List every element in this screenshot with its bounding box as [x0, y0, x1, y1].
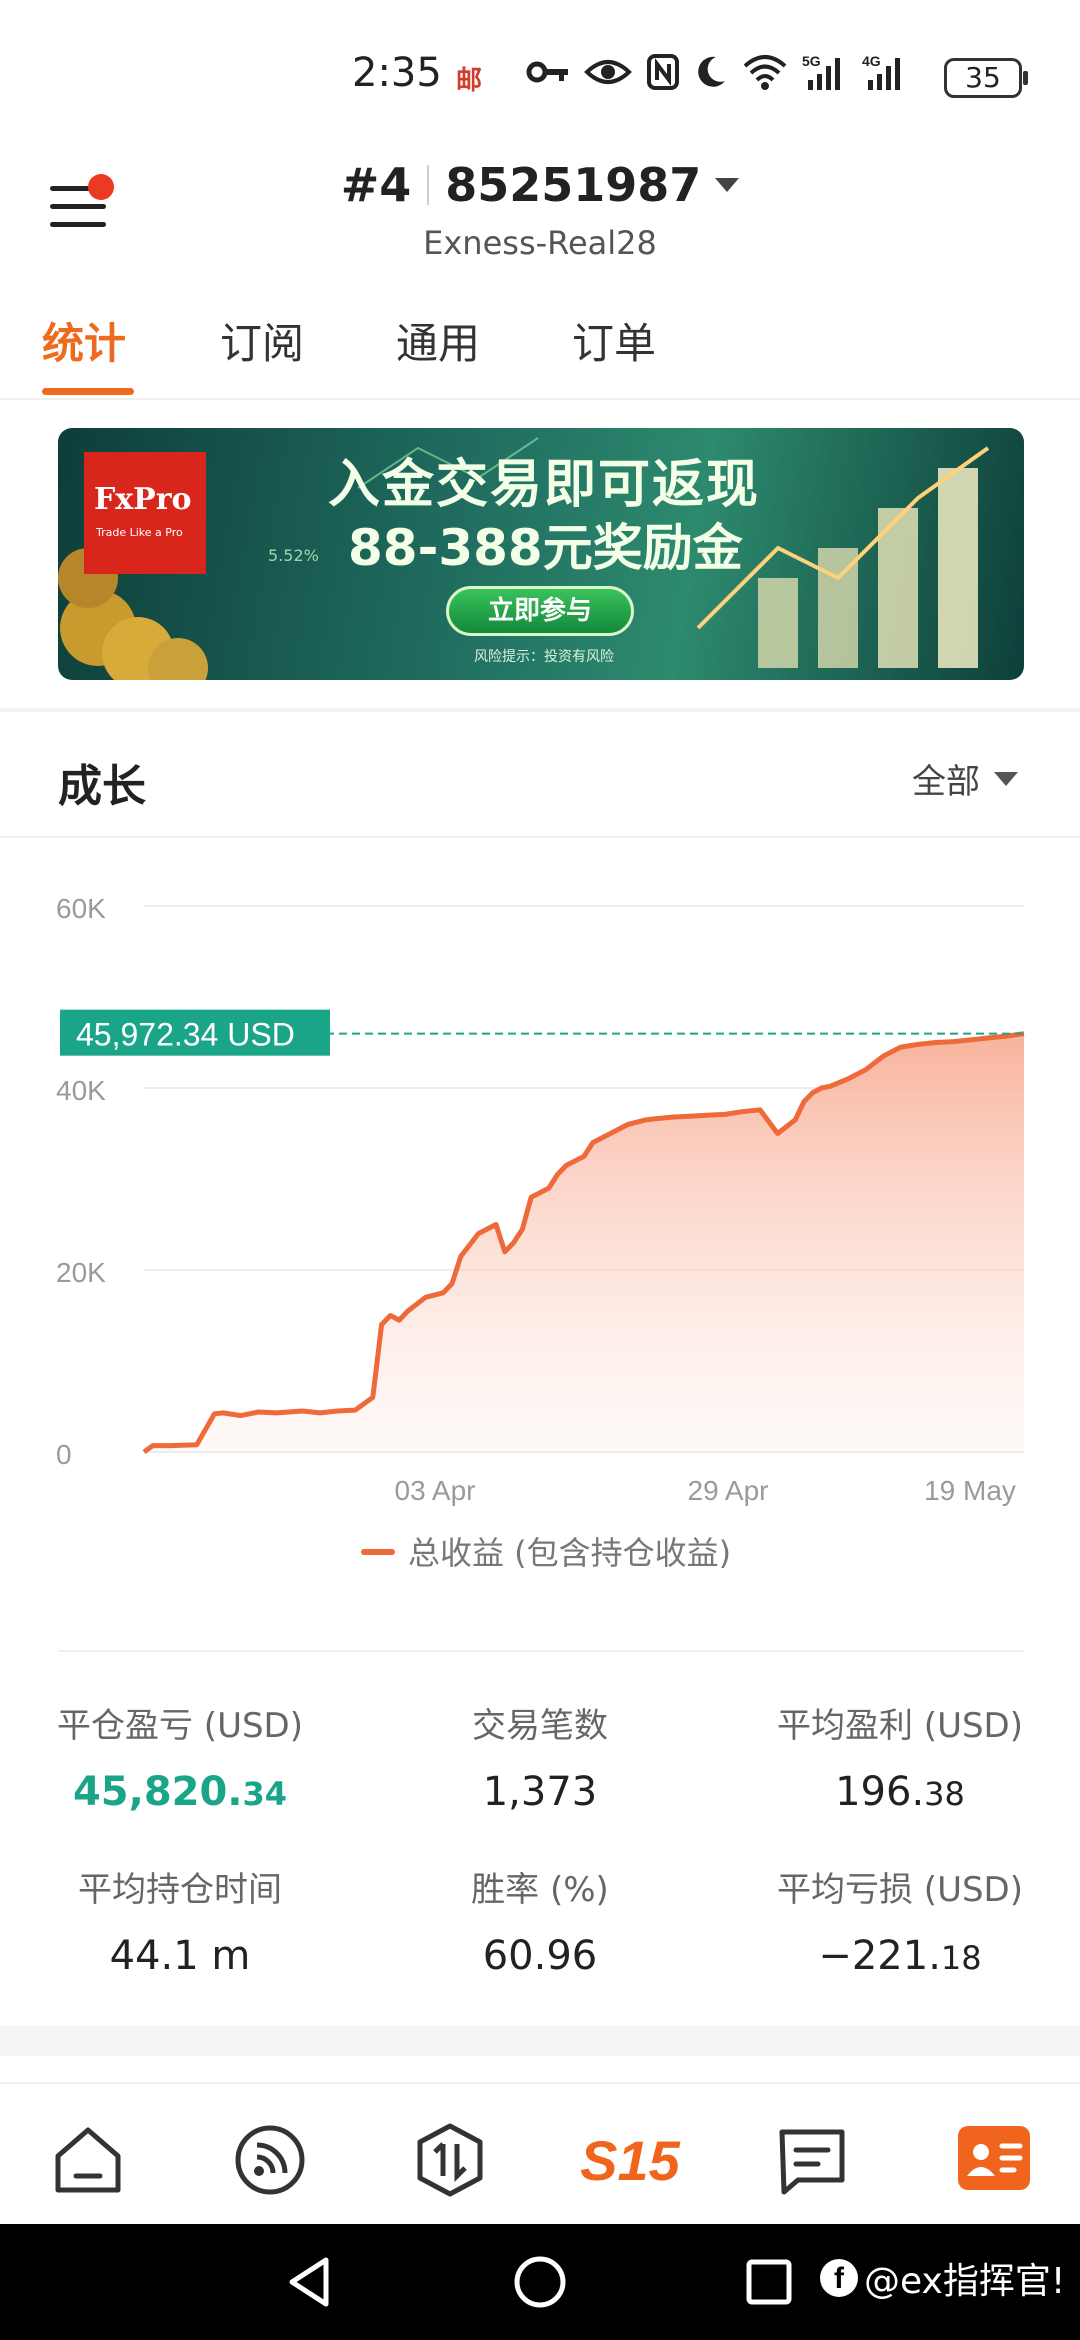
system-nav-bar: f @ex指挥官!: [0, 2224, 1080, 2340]
divider: [0, 836, 1080, 838]
y-tick-label: 20K: [56, 1257, 106, 1288]
account-selector[interactable]: #4 85251987: [0, 158, 1080, 212]
y-tick-label: 0: [56, 1439, 72, 1470]
profile-icon[interactable]: [954, 2120, 1034, 2200]
x-tick-label: 29 Apr: [688, 1475, 769, 1506]
series-area: [144, 1033, 1024, 1452]
stat-avg-profit: 平均盈利 (USD) 196.38: [777, 1706, 1023, 1815]
range-selector-label: 全部: [912, 762, 980, 802]
stat-trade-count: 交易笔数 1,373: [472, 1706, 608, 1815]
section-divider: [0, 708, 1080, 712]
home-button[interactable]: [512, 2254, 568, 2314]
section-divider: [0, 2026, 1080, 2056]
tab-general[interactable]: 通用: [396, 310, 480, 371]
facebook-icon: f: [820, 2259, 858, 2297]
battery-icon: 35: [944, 58, 1028, 98]
moon-icon: [694, 54, 728, 90]
active-tab-indicator: [42, 388, 134, 395]
wifi-icon: [742, 54, 788, 90]
signal-5g-icon: 5G: [802, 52, 848, 92]
fxpro-logo: FxPro Trade Like a Pro: [84, 452, 206, 574]
banner-subtitle: 88-388元奖励金: [348, 519, 743, 577]
message-icon[interactable]: [772, 2120, 852, 2200]
x-tick-label: 19 May: [924, 1475, 1016, 1506]
promo-banner[interactable]: FxPro Trade Like a Pro 5.52% 入金交易即可返现 88…: [58, 428, 1024, 680]
back-icon: [289, 2257, 329, 2307]
tab-stats[interactable]: 统计: [42, 310, 126, 371]
banner-percent: 5.52%: [268, 546, 319, 565]
chevron-down-icon: [715, 178, 740, 192]
key-icon: [526, 57, 570, 87]
status-bar: 2:35 邮 5G 4G 35: [0, 0, 1080, 150]
divider: [58, 1650, 1024, 1652]
growth-chart: 60K 40K 20K 0 45,972.34 USD 03 Apr 29 Apr 19 …: [56, 893, 1025, 1572]
stat-closed-pnl: 平仓盈亏 (USD) 45,820.34: [57, 1706, 303, 1815]
range-selector[interactable]: 全部: [912, 754, 1018, 803]
stat-avg-hold-time: 平均持仓时间 44.1 m: [78, 1870, 282, 1979]
join-now-button[interactable]: 立即参与: [446, 586, 634, 636]
watermark-text: @ex指挥官!: [864, 2261, 1066, 2302]
signal-4g-icon: 4G: [862, 52, 908, 92]
tab-orders[interactable]: 订单: [572, 310, 656, 371]
mail-notification-icon: 邮: [456, 66, 483, 96]
banner-title: 入金交易即可返现: [328, 455, 761, 515]
divider: [427, 165, 430, 205]
account-index: #4: [340, 158, 412, 212]
legend-label: 总收益 (包含持仓收益): [408, 1534, 731, 1572]
stat-avg-loss: 平均亏损 (USD) −221.18: [777, 1870, 1023, 1979]
risk-notice: 风险提示：投资有风险: [474, 649, 614, 665]
square-recents-icon: [746, 2259, 792, 2305]
y-tick-label: 40K: [56, 1075, 106, 1106]
current-value-label: 45,972.34 USD: [76, 1017, 295, 1053]
home-icon[interactable]: [48, 2120, 128, 2200]
tab-bar: 统计 订阅 通用 订单: [0, 300, 1080, 400]
growth-title: 成长: [58, 761, 146, 812]
circle-home-icon: [514, 2256, 566, 2308]
x-tick-label: 03 Apr: [395, 1475, 476, 1506]
svg-text:4G: 4G: [862, 53, 881, 69]
y-tick-label: 60K: [56, 893, 106, 924]
account-number: 85251987: [445, 158, 702, 212]
status-icons: 5G 4G: [526, 52, 908, 92]
back-button[interactable]: [284, 2254, 334, 2314]
server-name: Exness-Real28: [423, 224, 657, 262]
stat-win-rate: 胜率 (%) 60.96: [471, 1870, 609, 1979]
status-time: 2:35: [352, 50, 442, 96]
recents-button[interactable]: [744, 2254, 794, 2314]
svg-text:5G: 5G: [802, 53, 821, 69]
s15-icon[interactable]: S15: [578, 2120, 682, 2200]
chevron-down-icon: [994, 771, 1018, 786]
nfc-icon: [646, 53, 680, 91]
svg-text:S15: S15: [580, 2129, 680, 2192]
bottom-nav: S15: [0, 2082, 1080, 2224]
watermark: f @ex指挥官!: [820, 2252, 1065, 2304]
trade-icon[interactable]: [410, 2120, 490, 2200]
eye-icon: [584, 55, 632, 89]
feed-icon[interactable]: [230, 2120, 310, 2200]
tab-subscribe[interactable]: 订阅: [220, 310, 304, 371]
